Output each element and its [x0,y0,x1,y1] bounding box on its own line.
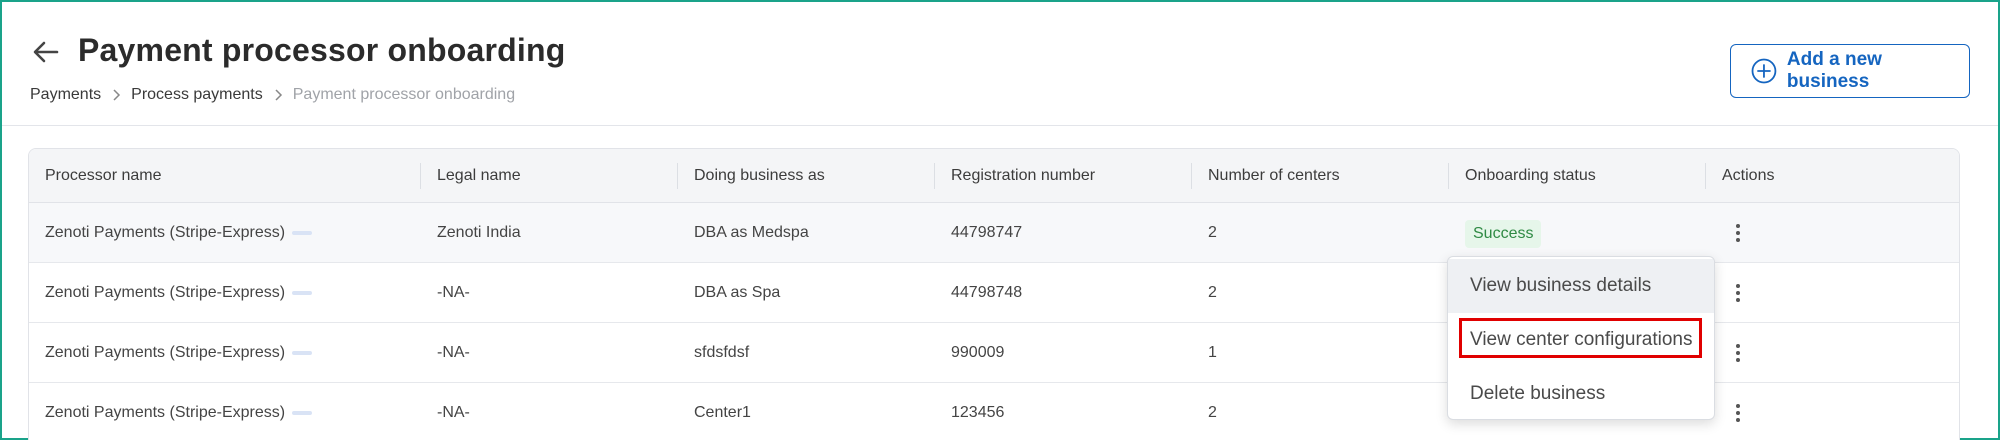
number-of-centers-cell: 1 [1208,344,1217,361]
column-header-number-of-centers: Number of centers [1208,167,1340,184]
status-badge: Success [1465,220,1542,248]
breadcrumb: Payments Process payments Payment proces… [30,86,515,104]
column-header-onboarding-status: Onboarding status [1465,167,1596,184]
page-header: Payment processor onboarding Payments Pr… [2,2,1998,126]
dba-cell: sfdsfdsf [694,344,750,361]
column-divider [420,163,421,189]
legal-name-cell: -NA- [437,344,470,361]
plus-circle-icon [1751,58,1777,84]
add-business-button[interactable]: Add a new business [1730,44,1970,98]
number-of-centers-cell: 2 [1208,224,1217,241]
processor-name-cell: Zenoti Payments (Stripe-Express) [45,224,286,241]
column-header-doing-business-as: Doing business as [694,167,825,184]
column-divider [1448,163,1449,189]
chevron-right-icon [101,87,131,103]
breadcrumb-payments[interactable]: Payments [30,86,101,104]
processor-name-cell: Zenoti Payments (Stripe-Express) [45,404,286,421]
legal-name-cell: Zenoti India [437,224,521,241]
kebab-menu-icon[interactable] [1726,341,1750,365]
processor-name-cell: Zenoti Payments (Stripe-Express) [45,284,286,301]
menu-item-delete-business[interactable]: Delete business [1448,367,1714,419]
table-header: Processor name Legal name Doing business… [29,149,1959,203]
actions-dropdown-menu: View business details View center config… [1447,256,1715,420]
legal-name-cell: -NA- [437,284,470,301]
column-divider [1191,163,1192,189]
dba-cell: Center1 [694,404,751,421]
number-of-centers-cell: 2 [1208,284,1217,301]
chevron-right-icon [263,87,293,103]
menu-item-view-center-configurations[interactable]: View center configurations [1448,313,1714,367]
info-tag [292,351,312,355]
column-header-processor-name: Processor name [45,167,162,184]
registration-number-cell: 123456 [951,404,1005,421]
column-divider [677,163,678,189]
column-header-actions: Actions [1722,167,1775,184]
info-tag [292,411,312,415]
column-header-registration-number: Registration number [951,167,1096,184]
column-divider [934,163,935,189]
breadcrumb-process-payments[interactable]: Process payments [131,86,263,104]
number-of-centers-cell: 2 [1208,404,1217,421]
info-tag [292,231,312,235]
info-tag [292,291,312,295]
dba-cell: DBA as Medspa [694,224,809,241]
kebab-menu-icon[interactable] [1726,401,1750,425]
column-divider [1705,163,1706,189]
registration-number-cell: 990009 [951,344,1005,361]
column-header-legal-name: Legal name [437,167,521,184]
registration-number-cell: 44798748 [951,284,1023,301]
kebab-menu-icon[interactable] [1726,221,1750,245]
registration-number-cell: 44798747 [951,224,1023,241]
arrow-left-icon[interactable] [30,36,62,68]
processor-name-cell: Zenoti Payments (Stripe-Express) [45,344,286,361]
dba-cell: DBA as Spa [694,284,781,301]
menu-item-view-business-details[interactable]: View business details [1448,259,1714,313]
add-business-label: Add a new business [1786,49,1882,92]
table-row[interactable]: Zenoti Payments (Stripe-Express) Zenoti … [29,203,1959,263]
kebab-menu-icon[interactable] [1726,281,1750,305]
page-title: Payment processor onboarding [78,32,566,68]
breadcrumb-current: Payment processor onboarding [292,86,516,103]
legal-name-cell: -NA- [437,404,470,421]
